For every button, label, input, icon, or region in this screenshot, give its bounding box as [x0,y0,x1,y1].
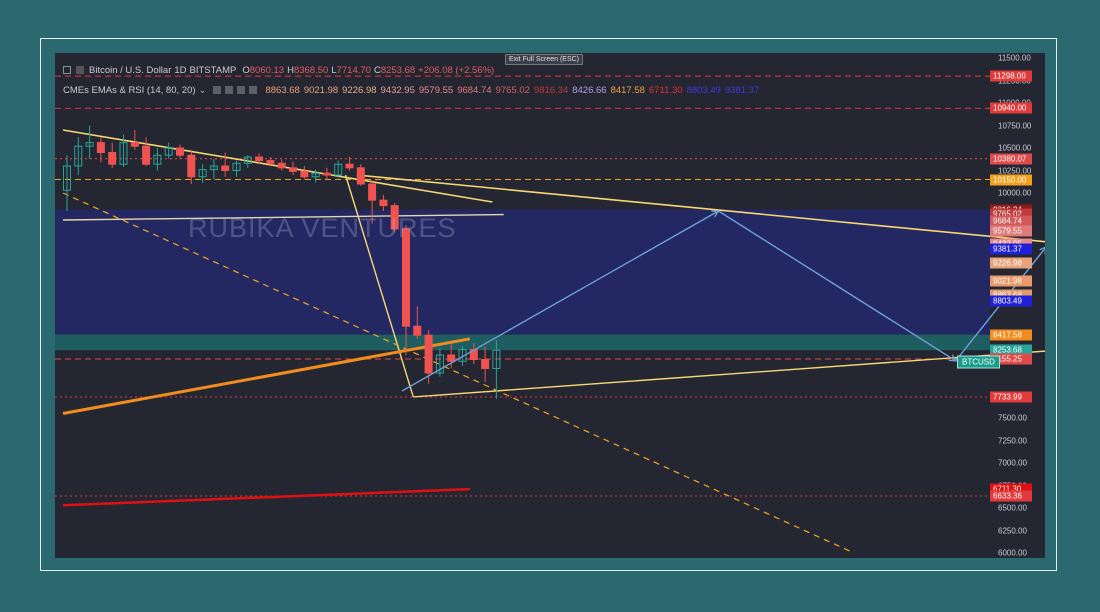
ohlc-key: H [287,64,294,76]
indicator-value: 9381.37 [724,84,760,96]
candle-body [108,152,117,165]
candle-body [345,163,354,169]
ohlc-key: C [373,64,381,76]
indicator-value: 8417.58 [610,84,645,96]
symbol-tag: BTCUSD [957,355,1000,369]
candle-body [142,145,151,165]
symbol-exchange: BITSTAMP [189,64,237,76]
price-change: +206.08 (+2.56%) [418,64,495,76]
indicator-header: CMEs EMAs & RSI (14, 80, 20) ⌄ 8863.68 90… [63,83,759,97]
indicator-value: 9432.95 [380,84,415,96]
candle-body [300,170,309,178]
indicator-value: 9765.02 [495,84,530,96]
symbol-interval[interactable]: 1D [174,65,186,76]
indicator-value: 9816.34 [533,84,569,96]
indicator-value: 8803.49 [686,84,721,96]
candle-body [368,183,377,201]
indicator-value: 9579.55 [418,84,454,96]
indicator-value: 9684.74 [457,84,492,96]
candle-body [424,334,433,374]
ohlc-value: 8253.68 [380,64,416,76]
candle-body [481,359,490,369]
more-icon[interactable] [249,86,258,94]
candle-body [96,142,105,153]
candle-body [322,172,331,176]
price-chart[interactable] [55,53,1045,558]
ohlc-value: 8060.13 [249,64,285,76]
indicator-title[interactable]: CMEs EMAs & RSI (14, 80, 20) [63,85,196,96]
indicator-values: 8863.68 9021.98 9226.98 9432.95 9579.55 9684.… [261,85,759,96]
exit-fullscreen-button[interactable]: Exit Full Screen (ESC) [505,54,584,65]
candle-body [447,354,456,362]
indicator-value: 9021.98 [303,84,339,96]
collapse-icon[interactable] [63,66,71,74]
candle-body [277,162,286,169]
price-zone [55,334,990,351]
trendline [62,487,470,507]
candle-body [221,165,230,171]
candle-body [255,156,264,162]
candle-body [130,142,139,147]
candle-body [379,199,388,207]
candle-body [289,167,297,172]
candle-body [187,154,196,178]
ohlc-value: 8368.50 [293,64,329,76]
indicator-value: 6711.30 [648,84,683,96]
symbol-header: Bitcoin / U.S. Dollar 1D BITSTAMP O8060.… [63,63,494,77]
chart-panel[interactable]: RUBIKA VENTURES Bitcoin / U.S. Dollar 1D… [55,53,1045,558]
symbol-title[interactable]: Bitcoin / U.S. Dollar [89,65,171,76]
ohlc-value: 7714.70 [336,64,371,76]
indicator-value: 9226.98 [342,84,377,96]
close-icon[interactable] [237,86,246,94]
indicator-value: 8863.68 [265,84,300,96]
candle-body [176,147,184,156]
ohlc-key: O [242,64,250,76]
symbol-icon [76,66,84,74]
candle-body [266,160,275,164]
candle-body [413,325,422,336]
indicator-value: 8426.66 [572,84,607,96]
eye-icon[interactable] [213,86,222,94]
candle-body [356,167,365,185]
settings-icon[interactable] [225,86,234,94]
chevron-down-icon[interactable]: ⌄ [199,85,207,96]
watermark: RUBIKA VENTURES [188,213,457,243]
ohlc-values: O8060.13 H8368.50 L7714.70 C8253.68 [239,65,415,76]
